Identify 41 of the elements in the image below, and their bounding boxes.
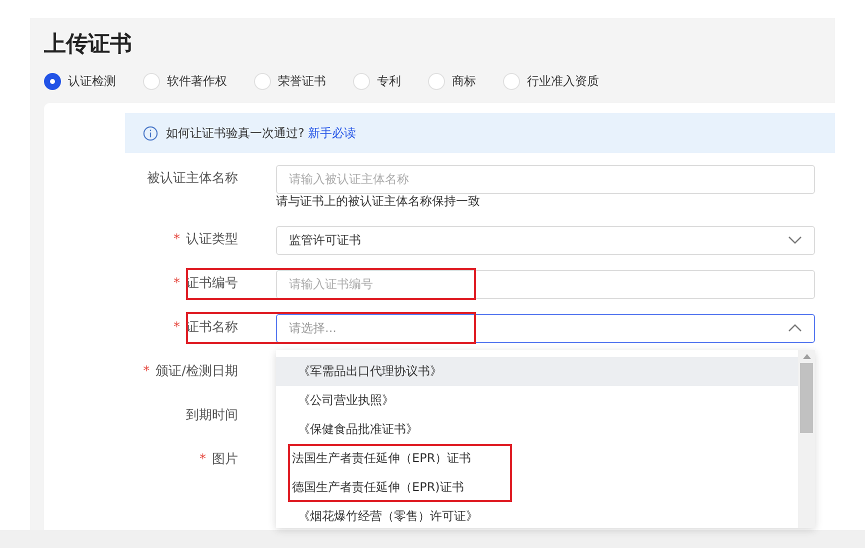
radio-option[interactable]: 专利 (353, 72, 401, 90)
radio-option[interactable]: 商标 (428, 72, 476, 90)
field-label: 被认证主体名称 (147, 170, 238, 188)
field-label: 颁证/检测日期 (156, 363, 238, 382)
dropdown-option[interactable]: 《军需品出口代理协议书》 (276, 356, 798, 386)
field-label: 到期时间 (186, 407, 238, 426)
select-field[interactable]: 监管许可证书 (276, 226, 815, 254)
chevron-down-icon (788, 236, 802, 244)
dropdown-option[interactable]: 《公司营业执照》 (276, 386, 798, 414)
required-mark: * (143, 363, 150, 382)
required-mark: * (174, 275, 180, 294)
text-field[interactable]: 请输入被认证主体名称 (276, 164, 815, 194)
scrollbar[interactable] (798, 350, 815, 528)
field-label: 认证类型 (186, 231, 238, 250)
info-icon (143, 126, 158, 140)
radio-button[interactable] (254, 72, 271, 90)
radio-button[interactable] (353, 72, 370, 90)
scroll-up-icon[interactable] (802, 354, 810, 358)
required-mark: * (200, 451, 206, 470)
radio-button[interactable] (143, 72, 160, 90)
required-mark: * (174, 231, 180, 250)
dropdown-option[interactable]: 法国生产者责任延伸（EPR）证书 (276, 444, 798, 472)
page-title: 上传证书 (44, 30, 132, 58)
dropdown-option[interactable]: 德国生产者责任延伸（EPR)证书 (276, 472, 798, 502)
notice-text: 如何让证书验真一次通过? 新手必读 (166, 125, 356, 142)
radio-option[interactable]: 认证检测 (44, 72, 116, 90)
field-label: 图片 (212, 451, 238, 470)
dropdown-option[interactable]: 《保健食品批准证书》 (276, 414, 798, 444)
dropdown-option[interactable]: 《烟花爆竹经营（零售）许可证》 (276, 502, 798, 528)
radio-button[interactable] (44, 72, 61, 90)
guide-link[interactable]: 新手必读 (308, 126, 356, 140)
text-field[interactable]: 请输入证书编号 (276, 270, 815, 298)
radio-button[interactable] (503, 72, 520, 90)
scrollbar-thumb[interactable] (800, 362, 813, 432)
radio-button[interactable] (428, 72, 445, 90)
radio-option[interactable]: 荣誉证书 (254, 72, 326, 90)
chevron-up-icon (788, 324, 802, 332)
required-mark: * (174, 319, 180, 338)
field-hint: 请与证书上的被认证主体名称保持一致 (276, 194, 480, 208)
radio-option[interactable]: 软件著作权 (143, 72, 227, 90)
radio-option[interactable]: 行业准入资质 (503, 72, 599, 90)
